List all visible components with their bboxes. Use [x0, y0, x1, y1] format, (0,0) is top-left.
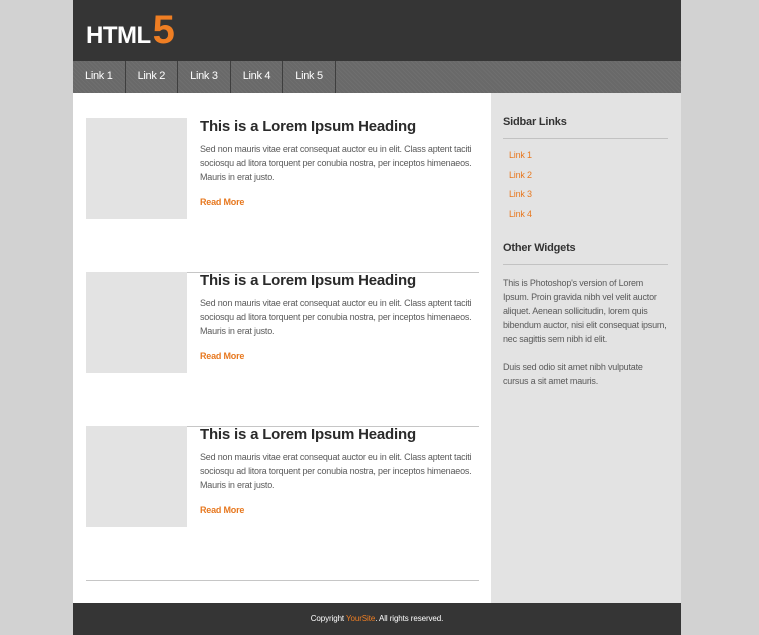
site-header: HTML5: [73, 0, 681, 61]
sidebar-link-list: Link 1 Link 2 Link 3 Link 4: [509, 150, 532, 228]
logo-number: 5: [152, 8, 175, 52]
nav-link-1[interactable]: Link 1: [73, 61, 126, 93]
post-excerpt: Sed non mauris vitae erat consequat auct…: [200, 144, 472, 182]
site-logo[interactable]: HTML5: [86, 8, 175, 53]
copyright-text: Copyright: [310, 614, 347, 623]
copyright-suffix: . All rights reserved.: [375, 614, 444, 623]
post-heading[interactable]: This is a Lorem Ipsum Heading: [200, 426, 416, 443]
read-more-link[interactable]: Read More: [200, 351, 244, 361]
main-content: This is a Lorem Ipsum Heading Sed non ma…: [73, 93, 491, 603]
sidebar-link-3[interactable]: Link 3: [509, 189, 532, 209]
sidebar-link-4[interactable]: Link 4: [509, 209, 532, 229]
post-heading[interactable]: This is a Lorem Ipsum Heading: [200, 118, 416, 135]
post-excerpt: Sed non mauris vitae erat consequat auct…: [200, 452, 472, 490]
read-more-link[interactable]: Read More: [200, 505, 244, 515]
post-thumbnail[interactable]: [86, 118, 187, 219]
widget-paragraph: This is Photoshop's version of Lorem Ips…: [503, 278, 667, 344]
nav-link-3[interactable]: Link 3: [178, 61, 231, 93]
post-item: This is a Lorem Ipsum Heading Sed non ma…: [86, 118, 479, 273]
site-footer: Copyright YourSite. All rights reserved.: [73, 603, 681, 635]
logo-text: HTML: [86, 22, 151, 49]
read-more-link[interactable]: Read More: [200, 197, 244, 207]
nav-link-5[interactable]: Link 5: [283, 61, 336, 93]
post-item: This is a Lorem Ipsum Heading Sed non ma…: [86, 272, 479, 427]
main-nav: Link 1 Link 2 Link 3 Link 4 Link 5: [73, 61, 681, 93]
nav-link-2[interactable]: Link 2: [126, 61, 179, 93]
sidebar-link-2[interactable]: Link 2: [509, 170, 532, 190]
nav-link-4[interactable]: Link 4: [231, 61, 284, 93]
sidebar: Sidbar Links Link 1 Link 2 Link 3 Link 4…: [491, 93, 681, 603]
footer-site-link[interactable]: YourSite: [346, 614, 375, 623]
widget-paragraph: Duis sed odio sit amet nibh vulputate cu…: [503, 362, 643, 386]
post-item: This is a Lorem Ipsum Heading Sed non ma…: [86, 426, 479, 581]
post-thumbnail[interactable]: [86, 426, 187, 527]
page-container: HTML5 Link 1 Link 2 Link 3 Link 4 Link 5…: [73, 0, 681, 635]
post-thumbnail[interactable]: [86, 272, 187, 373]
sidebar-link-1[interactable]: Link 1: [509, 150, 532, 170]
post-excerpt: Sed non mauris vitae erat consequat auct…: [200, 298, 472, 336]
sidebar-links-heading: Sidbar Links: [503, 116, 668, 139]
other-widgets-heading: Other Widgets: [503, 242, 668, 265]
post-heading[interactable]: This is a Lorem Ipsum Heading: [200, 272, 416, 289]
